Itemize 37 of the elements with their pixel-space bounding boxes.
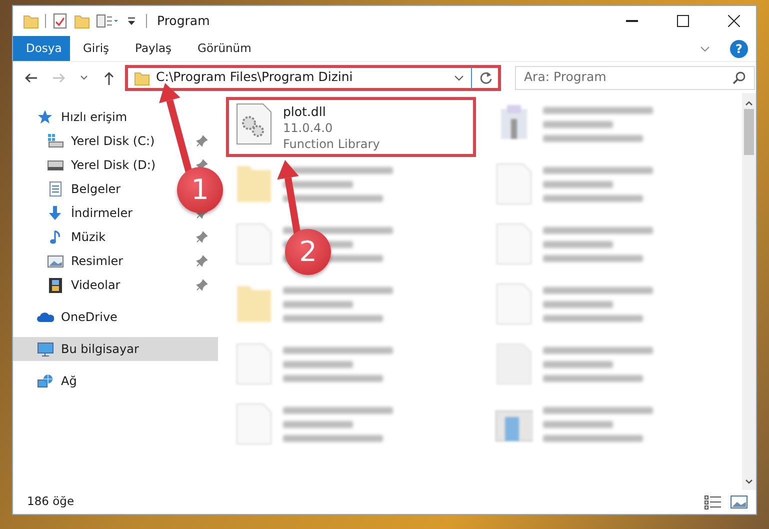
ribbon-tab[interactable]: Dosya	[13, 36, 70, 61]
sidebar-label: Yerel Disk (D:)	[71, 157, 156, 174]
sidebar-item[interactable]: Bu bilgisayar	[13, 337, 218, 361]
address-path: C:\Program Files\Program Dizini	[156, 68, 354, 86]
sidebar-item[interactable]: Müzik	[13, 225, 110, 249]
sidebar-item[interactable]: Videolar	[13, 273, 124, 297]
ribbon-tab[interactable]: Paylaş	[122, 36, 185, 61]
sidebar-label: OneDrive	[61, 309, 118, 326]
sidebar-item[interactable]: Hızlı erişim	[13, 105, 218, 129]
file-version: 11.0.4.0	[283, 120, 334, 136]
sidebar-item[interactable]: Yerel Disk (C:)	[13, 129, 159, 153]
file-name: plot.dll	[283, 103, 327, 120]
search-field[interactable]: Ara: Program	[515, 66, 755, 90]
sidebar-item[interactable]: OneDrive	[13, 305, 218, 329]
sidebar-label: Müzik	[71, 229, 106, 246]
sidebar-label: Resimler	[71, 253, 124, 270]
file-item[interactable]: plot.dll 11.0.4.0 Function Library	[226, 97, 476, 157]
sidebar-label: Belgeler	[71, 181, 121, 198]
sidebar-label: Bu bilgisayar	[61, 341, 139, 358]
sidebar-item[interactable]: Yerel Disk (D:)	[13, 153, 160, 177]
sidebar-label: Ağ	[61, 373, 77, 390]
address-bar[interactable]: C:\Program Files\Program Dizini	[125, 64, 501, 90]
window-title: Program	[157, 12, 210, 30]
ribbon-tab[interactable]: Giriş	[70, 36, 122, 61]
sidebar-label: Hızlı erişim	[61, 109, 128, 126]
item-count: 186 öğe	[27, 493, 74, 510]
sidebar-item[interactable]: Belgeler	[13, 177, 125, 201]
sidebar-item[interactable]: Resimler	[13, 249, 128, 273]
sidebar-item[interactable]: Ağ	[13, 369, 218, 393]
ribbon-tab[interactable]: Görünüm	[184, 36, 264, 61]
help-button[interactable]: ?	[730, 40, 748, 58]
search-placeholder: Ara: Program	[524, 68, 606, 86]
sidebar-label: İndirmeler	[71, 205, 133, 222]
sidebar-label: Yerel Disk (C:)	[71, 133, 155, 150]
sidebar-label: Videolar	[71, 277, 120, 294]
file-type: Function Library	[283, 136, 380, 152]
sidebar-item[interactable]: İndirmeler	[13, 201, 137, 225]
